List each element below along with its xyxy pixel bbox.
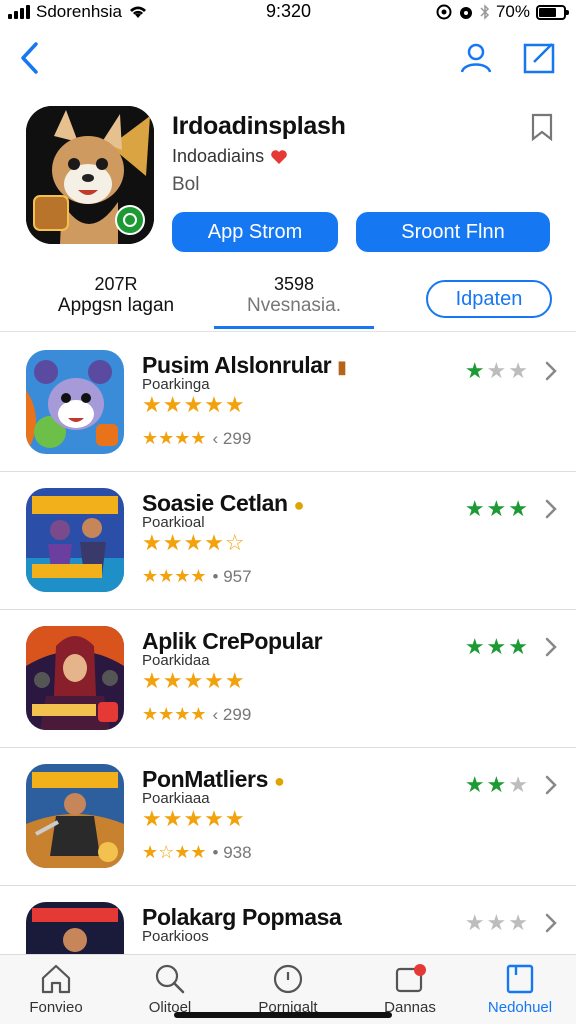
star-rating: ★★★★☆	[142, 530, 246, 555]
small-stars: ★★★★	[142, 428, 207, 448]
clock-icon	[273, 964, 303, 994]
app-developer: Poarkiaaa	[142, 790, 210, 807]
app-category: Bol	[172, 174, 200, 195]
app-thumbnail	[26, 764, 124, 868]
chevron-right-icon[interactable]	[544, 636, 558, 658]
review-count: • 938	[212, 842, 252, 862]
chevron-right-icon[interactable]	[544, 360, 558, 382]
tab-label: Fonvieo	[29, 999, 83, 1016]
star-rating: ★★★★★	[142, 392, 246, 417]
account-icon[interactable]	[458, 40, 494, 76]
chevron-right-icon[interactable]	[544, 774, 558, 796]
tab-updates[interactable]: Nedohuel	[470, 963, 570, 1016]
wifi-icon	[130, 6, 147, 18]
rating-indicator: ★★★	[464, 358, 530, 383]
status-bar: Sdorenhsia 9:320 70%	[0, 0, 576, 26]
badge-icon: ▮	[337, 357, 347, 377]
small-stars: ★★★★	[142, 566, 207, 586]
tab-count: 3598	[273, 274, 315, 294]
star-rating: ★★★★★	[142, 668, 246, 693]
tab-clock[interactable]: Porniqalt	[238, 963, 338, 1016]
chevron-right-icon[interactable]	[544, 498, 558, 520]
bluetooth-icon	[480, 4, 490, 20]
app-name: Pusim Alslonrular ▮	[142, 352, 347, 378]
app-developer: Poarkioal	[142, 514, 205, 531]
review-rating: ★★★★ ‹ 299	[142, 428, 251, 449]
rating-indicator: ★★★	[464, 772, 530, 797]
tab-label: Nedohuel	[487, 999, 553, 1016]
rating-indicator: ★★★	[464, 910, 530, 935]
list-item[interactable]: Pusim Alslonrular ▮ Poarkinga ★★★★★ ★★★★…	[0, 334, 576, 472]
review-count: ‹ 299	[212, 428, 252, 448]
status-right: 70%	[436, 2, 569, 22]
review-count: ‹ 299	[212, 704, 252, 724]
app-developer: Poarkinga	[142, 376, 210, 393]
active-tab-indicator	[214, 326, 374, 329]
app-developer: Poarkioos	[142, 928, 209, 945]
alarm-icon	[459, 7, 472, 19]
badge-icon: ●	[293, 495, 305, 515]
app-thumbnail	[26, 626, 124, 730]
list-item[interactable]: PonMatliers ● Poarkiaaa ★★★★★ ★☆★★ • 938…	[0, 748, 576, 886]
location-icon	[436, 4, 452, 20]
carrier-label: Sdorenhsia	[36, 2, 123, 21]
heart-icon	[271, 149, 287, 164]
app-icon[interactable]	[26, 106, 154, 244]
featured-app: Irdoadinsplash Indoadiains Bol App Strom…	[26, 106, 556, 266]
app-name: Aplik CrePopular	[142, 628, 323, 654]
app-name: PonMatliers ●	[142, 766, 285, 792]
navigation-bar	[0, 36, 576, 80]
tab-count: 207R	[94, 274, 138, 294]
app-developer: Poarkidaa	[142, 652, 210, 669]
list-item[interactable]: Soasie Cetlan ● Poarkioal ★★★★☆ ★★★★ • 9…	[0, 472, 576, 610]
battery-icon	[536, 4, 569, 20]
app-thumbnail	[26, 350, 124, 454]
app-name: Soasie Cetlan ●	[142, 490, 305, 516]
review-rating: ★★★★ ‹ 299	[142, 704, 251, 725]
app-title: Irdoadinsplash	[172, 112, 346, 140]
tab-notifications[interactable]: Dannas	[360, 963, 460, 1016]
review-rating: ★☆★★ • 938	[142, 842, 252, 863]
home-indicator	[174, 1012, 392, 1018]
notifications-icon	[395, 964, 426, 993]
app-thumbnail	[26, 488, 124, 592]
small-stars: ★★★★	[142, 704, 207, 724]
updates-icon	[506, 964, 534, 994]
app-store-button[interactable]: App Strom	[172, 212, 338, 252]
secondary-action-button[interactable]: Sroont Flnn	[356, 212, 550, 252]
rating-indicator: ★★★	[464, 634, 530, 659]
clock: 9:320	[266, 1, 312, 21]
tab-label: Nvesnasia.	[247, 295, 341, 316]
list-item[interactable]: Aplik CrePopular Poarkidaa ★★★★★ ★★★★ ‹ …	[0, 610, 576, 748]
app-name: Polakarg Popmasa	[142, 904, 342, 930]
battery-percent: 70%	[495, 2, 530, 21]
search-icon	[155, 964, 185, 994]
star-rating: ★★★★★	[142, 806, 246, 831]
small-stars: ★☆★★	[142, 842, 207, 862]
badge-icon: ●	[273, 771, 285, 791]
app-subtitle: Indoadiains	[172, 146, 288, 167]
compose-icon[interactable]	[522, 40, 558, 76]
tab-home[interactable]: Fonvieo	[6, 963, 106, 1016]
chevron-right-icon[interactable]	[544, 912, 558, 934]
back-chevron-icon[interactable]	[16, 40, 46, 76]
tab-search[interactable]: Olitoel	[120, 963, 220, 1016]
home-icon	[41, 964, 71, 994]
tab-first[interactable]: 207R Appgsn lagan	[30, 274, 202, 317]
tab-label: Appgsn lagan	[57, 295, 175, 316]
developer-label: Indoadiains	[172, 146, 265, 166]
rating-indicator: ★★★	[464, 496, 530, 521]
bookmark-icon[interactable]	[528, 112, 556, 142]
signal-icon	[8, 5, 30, 19]
update-pill-button[interactable]: Idpaten	[426, 280, 552, 318]
review-count: • 957	[212, 566, 252, 586]
status-left: Sdorenhsia	[8, 2, 148, 22]
tab-second[interactable]: 3598 Nvesnasia.	[214, 274, 374, 317]
review-rating: ★★★★ • 957	[142, 566, 252, 587]
